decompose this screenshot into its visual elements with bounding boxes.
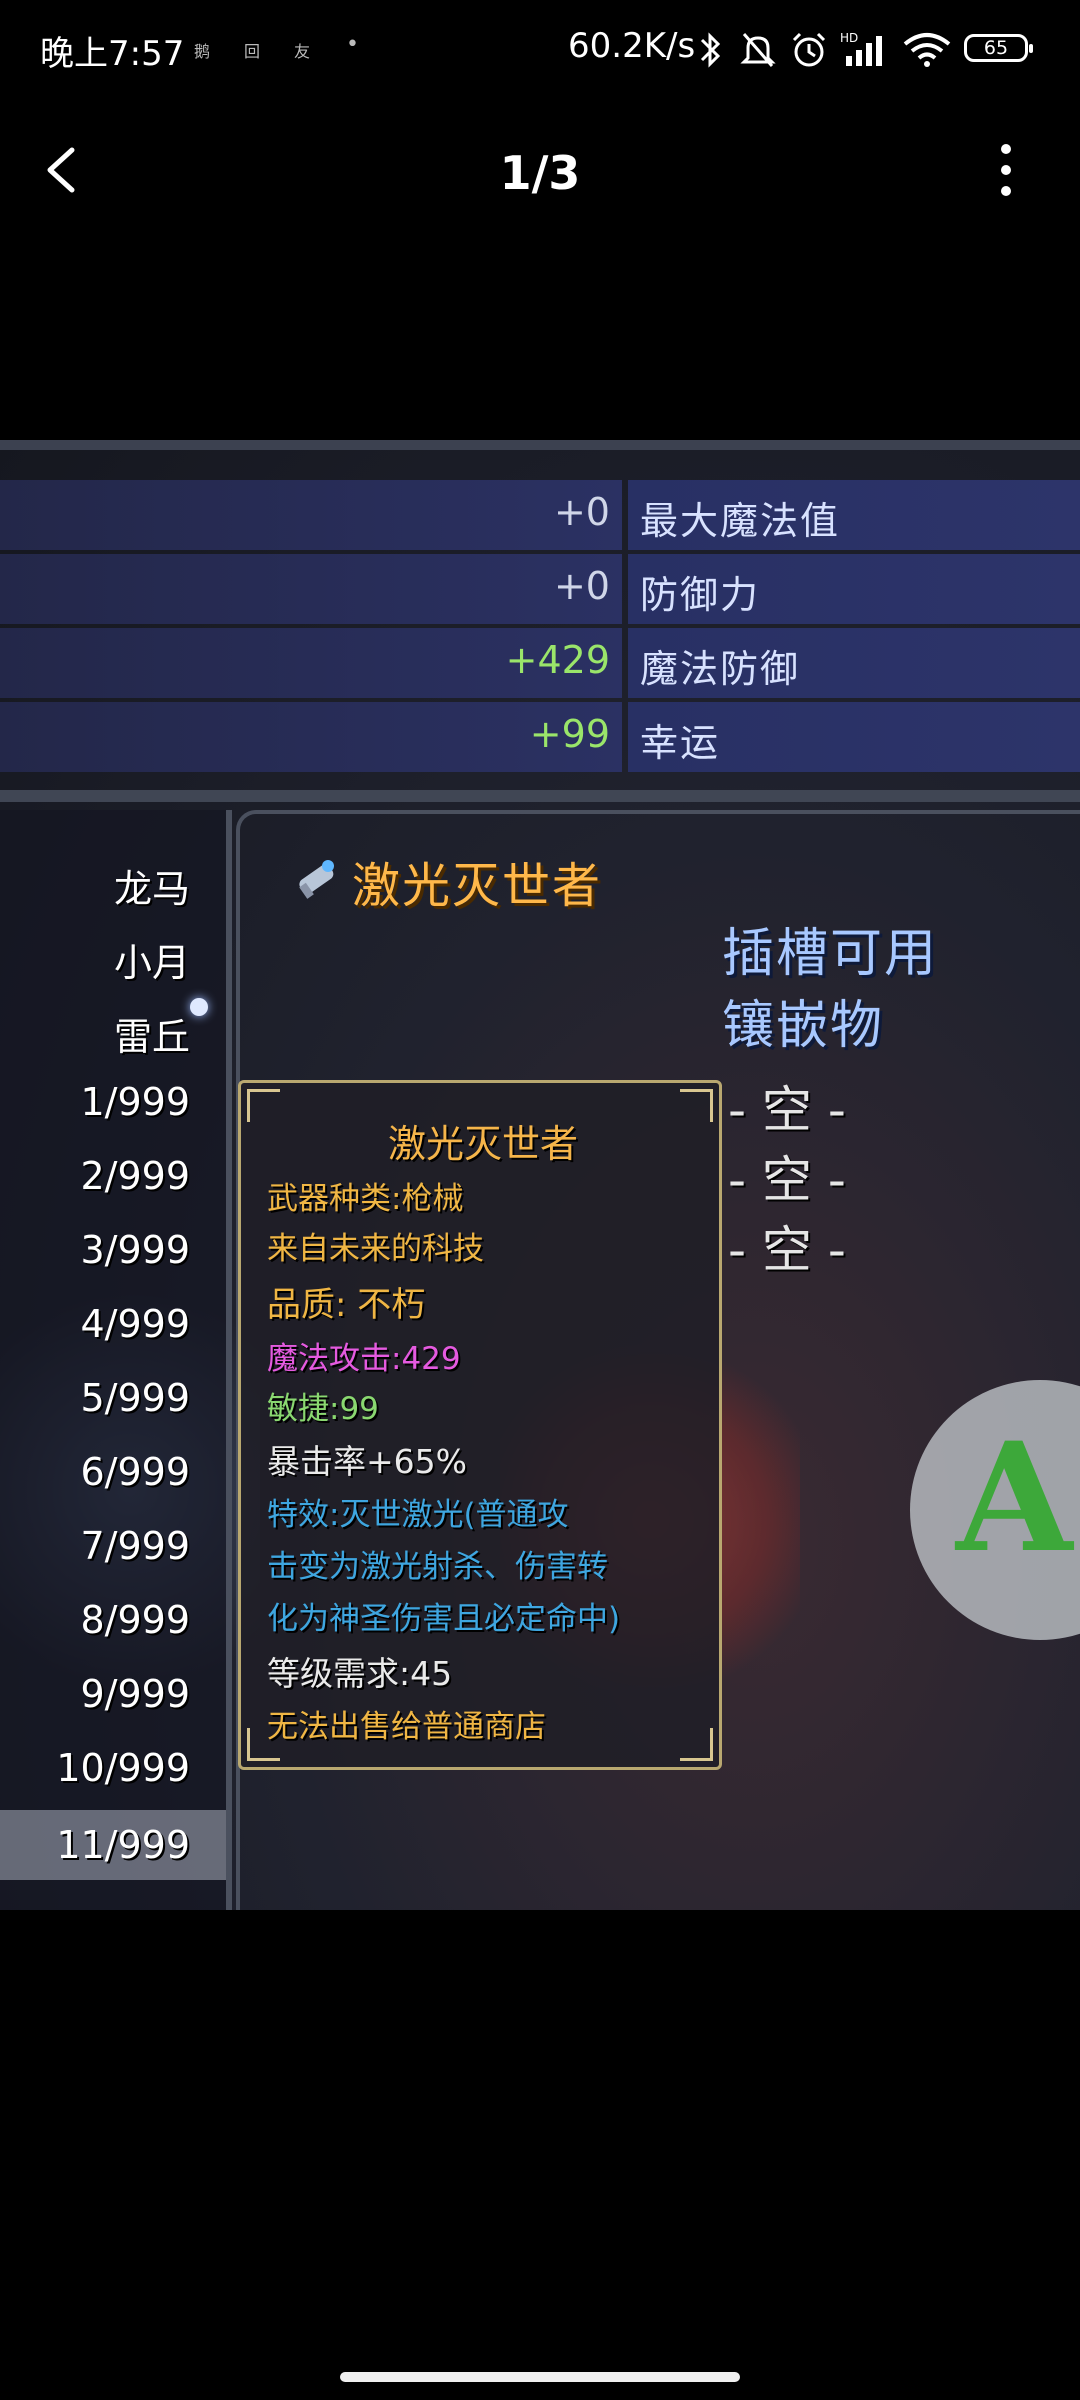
mute-bell-icon [740,33,776,67]
app-notification-icon: 鹅 [194,42,211,61]
tooltip-line: 特效:灭世激光(普通攻 [267,1497,569,1533]
app-notification-icon: 回 [244,42,261,61]
tooltip-line: 等级需求:45 [267,1654,453,1693]
stat-row: +0 防御力 [0,554,1080,624]
stat-value: +99 [529,712,610,756]
socket-slot[interactable]: - 空 - [728,1210,846,1282]
item-name: 激光灭世者 [352,858,603,914]
socket-slot[interactable]: - 空 - [728,1140,846,1212]
list-item[interactable]: 5/999 [80,1376,190,1420]
new-indicator-dot [190,998,208,1016]
alarm-icon [792,32,826,67]
panel-divider [0,790,1080,802]
socket-slot[interactable]: - 空 - [728,1070,846,1142]
character-list: 龙马 小月 雷丘 1/999 2/999 3/999 4/999 5/999 6… [0,810,232,1910]
tooltip-title: 激光灭世者 [387,1122,578,1166]
stat-label: 魔法防御 [640,647,801,691]
bluetooth-icon [700,32,721,68]
stat-row: +429 魔法防御 [0,628,1080,698]
tooltip-line: 敏捷:99 [267,1391,379,1427]
list-item[interactable]: 2/999 [80,1154,190,1198]
list-item[interactable]: 雷丘 [114,1006,190,1061]
list-item[interactable]: 8/999 [80,1598,190,1642]
list-item[interactable]: 小月 [114,932,190,987]
svg-text:HD: HD [840,31,858,45]
list-item[interactable]: 7/999 [80,1524,190,1568]
stat-row: +99 幸运 [0,702,1080,772]
action-a-label: A [956,1410,1073,1586]
laser-gun-icon [299,860,334,899]
viewer-nav-bar: 1/3 [0,110,1080,230]
tooltip-line: 武器种类:枪械 [267,1181,464,1217]
tooltip-line: 品质: 不朽 [267,1285,426,1325]
app-notification-icon: 友 [294,42,311,61]
stat-row: +0 最大魔法值 [0,480,1080,550]
list-item[interactable]: 10/999 [56,1746,190,1790]
tooltip-line: 魔法攻击:429 [267,1341,461,1377]
list-item[interactable]: 1/999 [80,1080,190,1124]
status-bar: 晚上7:57 鹅 回 友 • 60.2K/s HD 65 [0,0,1080,100]
list-item[interactable]: 龙马 [114,858,190,913]
stat-label: 防御力 [640,573,761,617]
list-item-selected[interactable]: 11/999 [0,1810,226,1880]
home-indicator[interactable] [340,2372,740,2382]
game-screenshot: +0 最大魔法值 +0 防御力 +429 魔法防御 +99 幸运 龙马 小月 雷… [0,440,1080,1910]
wifi-icon [903,33,951,67]
image-counter: 1/3 [499,146,581,200]
stat-value: +0 [553,564,610,608]
tooltip-line: 化为神圣伤害且必定命中) [267,1601,621,1637]
list-item[interactable]: 3/999 [80,1228,190,1272]
battery-indicator: 65 [964,34,1033,62]
tooltip-line: 来自未来的科技 [267,1231,484,1267]
item-tooltip: 激光灭世者 武器种类:枪械 来自未来的科技 品质: 不朽 魔法攻击:429 敏捷… [238,1080,722,1770]
signal-icon: HD [840,31,882,66]
panel-border [0,440,1080,450]
list-item[interactable]: 4/999 [80,1302,190,1346]
stat-label: 幸运 [640,721,721,765]
net-speed: 60.2K/s [568,26,696,66]
socket-title: 插槽可用 镶嵌物 [722,924,939,1056]
stat-value: +0 [553,490,610,534]
stat-value: +429 [505,638,610,682]
status-time: 晚上7:57 [40,34,185,74]
tooltip-line: 暴击率+65% [267,1442,467,1481]
list-item[interactable]: 6/999 [80,1450,190,1494]
tooltip-line: 击变为激光射杀、伤害转 [267,1549,608,1585]
stat-label: 最大魔法值 [640,499,841,543]
more-vertical-icon[interactable] [986,144,1026,204]
list-item[interactable]: 9/999 [80,1672,190,1716]
more-notifications-icon: • [346,32,359,57]
tooltip-line: 无法出售给普通商店 [267,1709,546,1745]
